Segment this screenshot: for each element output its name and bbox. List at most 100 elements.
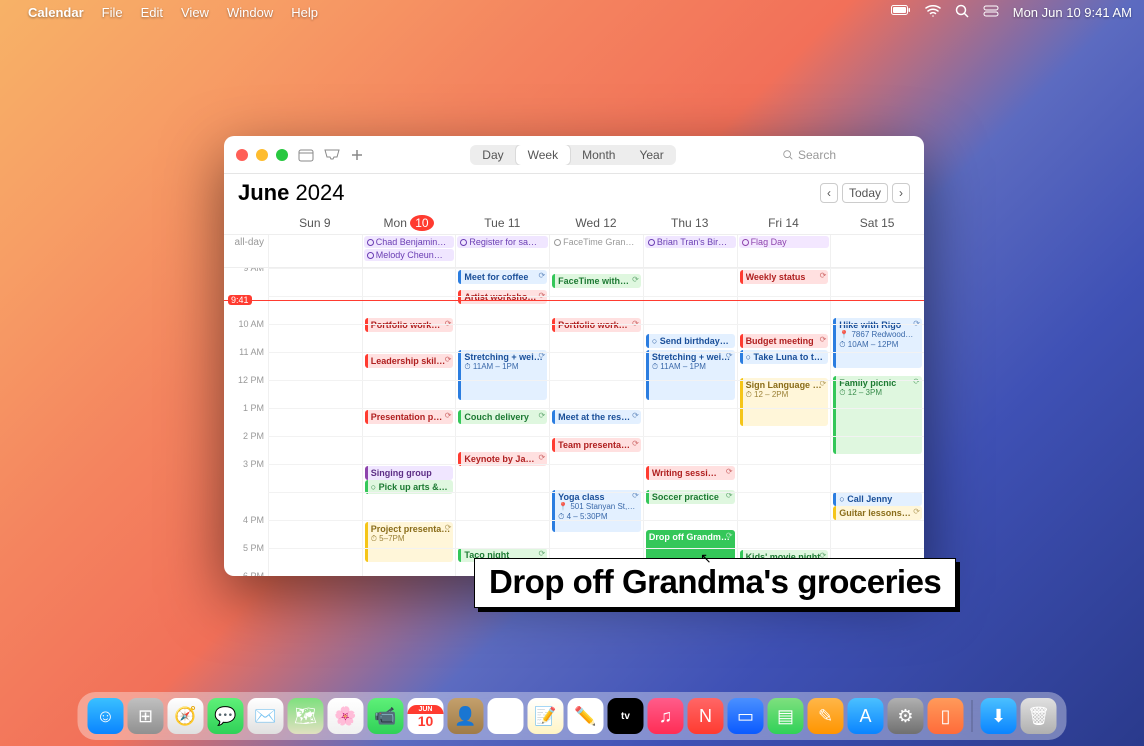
dock-messages-icon[interactable]: 💬: [208, 698, 244, 734]
menubar-app[interactable]: Calendar: [28, 5, 84, 20]
allday-sun[interactable]: [268, 235, 362, 267]
event[interactable]: Weekly status⟳: [740, 270, 829, 284]
dock-tv-icon[interactable]: tv: [608, 698, 644, 734]
event[interactable]: Hike with Rigo📍 7867 Redwood…⏱ 10AM – 12…: [833, 318, 922, 368]
today-button[interactable]: Today: [842, 183, 888, 203]
dock-trash-icon[interactable]: 🗑: [1021, 698, 1057, 734]
day-column-mon[interactable]: Portfolio work…⟳ Leadership skil…⟳ Present…: [362, 268, 456, 576]
event[interactable]: Guitar lessons…⟳: [833, 506, 922, 520]
prev-week-button[interactable]: ‹: [820, 183, 838, 203]
dock-reminders-icon[interactable]: ☰: [488, 698, 524, 734]
day-header-tue: Tue 11: [455, 216, 549, 230]
dock-calendar-icon[interactable]: JUN10: [408, 698, 444, 734]
dock-downloads-icon[interactable]: ⬇: [981, 698, 1017, 734]
dock-mail-icon[interactable]: ✉️: [248, 698, 284, 734]
dock-settings-icon[interactable]: ⚙: [888, 698, 924, 734]
dock-facetime-icon[interactable]: 📹: [368, 698, 404, 734]
event[interactable]: Presentation p…⟳: [365, 410, 454, 424]
event[interactable]: Family picnic⏱ 12 – 3PM⟳: [833, 376, 922, 454]
allday-event[interactable]: Flag Day: [739, 236, 830, 248]
menubar-help[interactable]: Help: [291, 5, 318, 20]
dock-appstore-icon[interactable]: A: [848, 698, 884, 734]
day-column-sat[interactable]: Hike with Rigo📍 7867 Redwood…⏱ 10AM – 12…: [830, 268, 924, 576]
battery-icon[interactable]: [891, 5, 911, 20]
day-column-tue[interactable]: Meet for coffee⟳ Artist worksho…⟳ Stretchi…: [455, 268, 549, 576]
dock-contacts-icon[interactable]: 👤: [448, 698, 484, 734]
event[interactable]: Stretching + weights⏱ 11AM – 1PM⟳: [458, 350, 547, 400]
dock-safari-icon[interactable]: 🧭: [168, 698, 204, 734]
menubar-file[interactable]: File: [102, 5, 123, 20]
window-controls: [236, 149, 288, 161]
event[interactable]: Artist worksho…⟳: [458, 290, 547, 304]
allday-event[interactable]: Melody Cheun…: [364, 249, 455, 261]
event[interactable]: Yoga class📍 501 Stanyan St,…⏱ 4 – 5:30PM…: [552, 490, 641, 532]
now-line: [224, 300, 924, 301]
allday-mon[interactable]: Chad Benjamin…Melody Cheun…: [362, 235, 456, 267]
event[interactable]: Leadership skil…⟳: [365, 354, 454, 368]
hour-label: 11 AM: [224, 347, 264, 375]
event[interactable]: Meet for coffee⟳: [458, 270, 547, 284]
calendars-icon[interactable]: [298, 148, 314, 162]
dock-notes-icon[interactable]: 📝: [528, 698, 564, 734]
month-header: June 2024 ‹ Today ›: [224, 174, 924, 212]
next-week-button[interactable]: ›: [892, 183, 910, 203]
search-placeholder: Search: [798, 148, 836, 162]
event[interactable]: Team presenta…⟳: [552, 438, 641, 452]
allday-event[interactable]: FaceTime Gran…: [551, 236, 642, 248]
dock-music-icon[interactable]: ♫: [648, 698, 684, 734]
event[interactable]: FaceTime with…⟳: [552, 274, 641, 288]
dock-keynote-icon[interactable]: ▭: [728, 698, 764, 734]
dock-news-icon[interactable]: N: [688, 698, 724, 734]
day-column-thu[interactable]: ○ Send birthday… Stretching + weights⏱ 11…: [643, 268, 737, 576]
allday-event[interactable]: Chad Benjamin…: [364, 236, 455, 248]
dock-finder-icon[interactable]: ☺: [88, 698, 124, 734]
event[interactable]: Stretching + weights⏱ 11AM – 1PM⟳: [646, 350, 735, 400]
event[interactable]: Couch delivery⟳: [458, 410, 547, 424]
event[interactable]: Portfolio work…⟳: [365, 318, 454, 332]
event[interactable]: Portfolio work…⟳: [552, 318, 641, 332]
day-column-sun[interactable]: [268, 268, 362, 576]
event[interactable]: ○ Send birthday…: [646, 334, 735, 348]
day-column-fri[interactable]: Weekly status⟳Budget meeting⟳○ Take Luna…: [737, 268, 831, 576]
dock-photos-icon[interactable]: 🌸: [328, 698, 364, 734]
wifi-icon[interactable]: [925, 5, 941, 20]
inbox-icon[interactable]: [324, 149, 340, 161]
event[interactable]: Writing sessi…⟳: [646, 466, 735, 480]
view-day[interactable]: Day: [470, 145, 515, 165]
menubar-edit[interactable]: Edit: [141, 5, 163, 20]
control-center-icon[interactable]: [983, 5, 999, 20]
allday-event[interactable]: Register for sa…: [457, 236, 548, 248]
event[interactable]: ○ Call Jenny: [833, 492, 922, 506]
allday-event[interactable]: Brian Tran's Bir…: [645, 236, 736, 248]
event[interactable]: Singing group: [365, 466, 454, 480]
event[interactable]: Budget meeting⟳: [740, 334, 829, 348]
event[interactable]: Sign Language Club⏱ 12 – 2PM⟳: [740, 378, 829, 426]
allday-wed[interactable]: FaceTime Gran…: [549, 235, 643, 267]
menubar-clock[interactable]: Mon Jun 10 9:41 AM: [1013, 5, 1132, 20]
search-field[interactable]: Search: [782, 148, 912, 162]
event[interactable]: Project presentations⏱ 5–7PM⟳: [365, 522, 454, 562]
allday-thu[interactable]: Brian Tran's Bir…: [643, 235, 737, 267]
allday-sat[interactable]: [830, 235, 924, 267]
view-year[interactable]: Year: [627, 145, 675, 165]
view-month[interactable]: Month: [570, 145, 627, 165]
dock-pages-icon[interactable]: ✎: [808, 698, 844, 734]
spotlight-icon[interactable]: [955, 4, 969, 21]
event[interactable]: Meet at the res…⟳: [552, 410, 641, 424]
menubar-view[interactable]: View: [181, 5, 209, 20]
close-button[interactable]: [236, 149, 248, 161]
menubar-window[interactable]: Window: [227, 5, 273, 20]
day-column-wed[interactable]: FaceTime with…⟳ Portfolio work…⟳ Meet at t…: [549, 268, 643, 576]
dock-maps-icon[interactable]: 🗺: [288, 698, 324, 734]
day-header-sun: Sun 9: [268, 216, 362, 230]
dock-numbers-icon[interactable]: ▤: [768, 698, 804, 734]
zoom-button[interactable]: [276, 149, 288, 161]
view-week[interactable]: Week: [516, 145, 570, 165]
allday-tue[interactable]: Register for sa…: [455, 235, 549, 267]
dock-launchpad-icon[interactable]: ⊞: [128, 698, 164, 734]
dock-freeform-icon[interactable]: ✏️: [568, 698, 604, 734]
add-event-icon[interactable]: [350, 148, 364, 162]
allday-fri[interactable]: Flag Day: [737, 235, 831, 267]
dock-wallpaper-icon[interactable]: ▯: [928, 698, 964, 734]
minimize-button[interactable]: [256, 149, 268, 161]
